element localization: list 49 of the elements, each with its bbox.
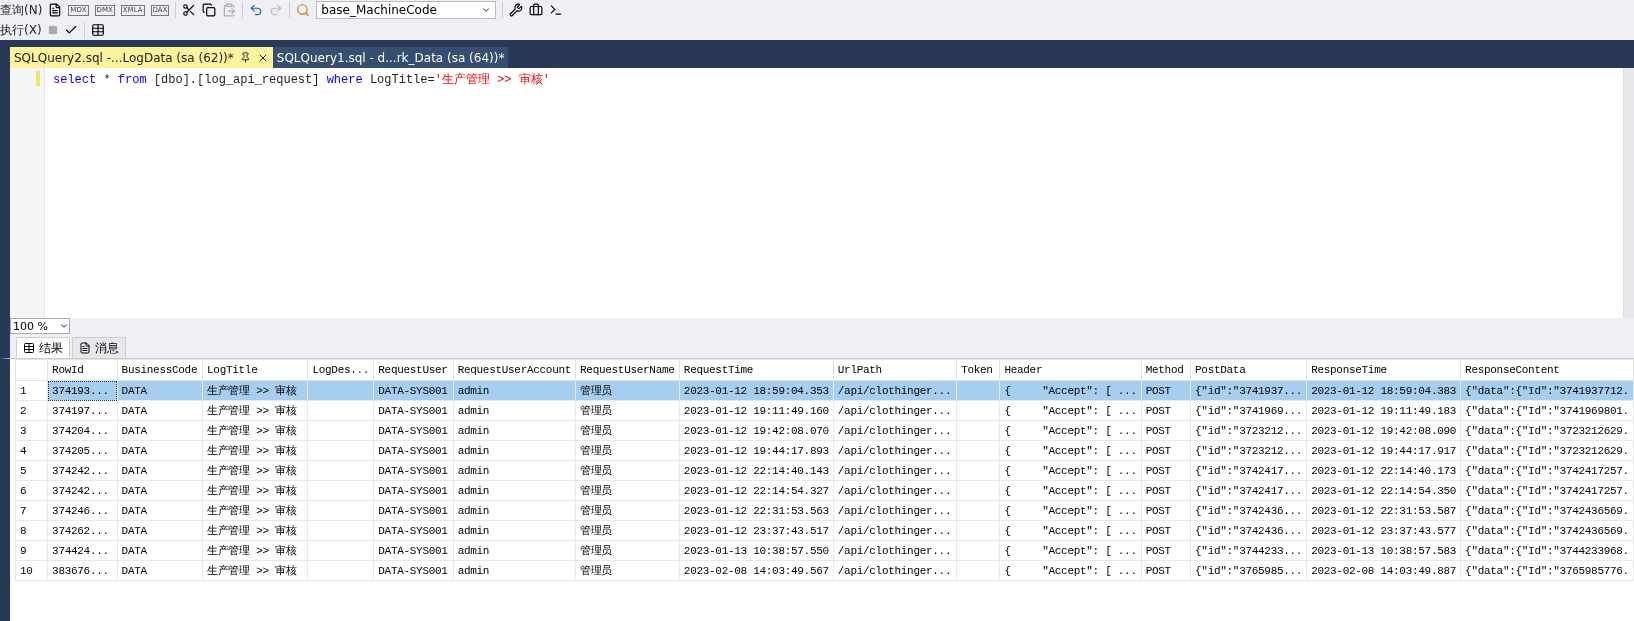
row-number[interactable]: 4 <box>15 440 48 461</box>
zoom-select[interactable]: 100 % <box>10 318 70 334</box>
undo-icon[interactable] <box>249 3 264 17</box>
row-number[interactable]: 7 <box>15 500 48 521</box>
wrench-icon[interactable] <box>509 3 524 17</box>
grid-icon <box>23 342 35 354</box>
pin-icon[interactable] <box>239 52 251 63</box>
new-query-label[interactable]: 查询(N) <box>0 1 43 19</box>
copy-icon[interactable] <box>202 3 217 17</box>
document-icon[interactable] <box>48 3 63 17</box>
column-header[interactable]: LogDes... <box>307 359 374 381</box>
column-header[interactable]: Method <box>1141 359 1191 381</box>
column-header[interactable]: LogTitle <box>202 359 308 381</box>
cut-icon[interactable] <box>182 3 197 17</box>
row-number[interactable]: 5 <box>15 460 48 481</box>
document-icon <box>79 342 91 354</box>
toolbox-icon[interactable] <box>529 3 544 17</box>
column-header[interactable]: Header <box>999 359 1142 381</box>
corner-cell <box>15 359 48 381</box>
column-header[interactable]: ResponseContent <box>1460 359 1634 381</box>
check-icon[interactable] <box>63 23 78 37</box>
column-header[interactable]: RequestUserAccount <box>453 359 576 381</box>
column-header[interactable]: RequestUser <box>373 359 454 381</box>
results-tab[interactable]: 结果 <box>16 337 70 358</box>
change-marker <box>36 71 40 86</box>
column-header[interactable]: ResponseTime <box>1306 359 1461 381</box>
row-number[interactable]: 3 <box>15 420 48 441</box>
terminal-icon[interactable] <box>549 3 564 17</box>
row-number[interactable]: 1 <box>15 380 48 401</box>
row-number[interactable]: 8 <box>15 520 48 541</box>
execute-button[interactable]: 执行(X) <box>0 21 42 39</box>
vertical-scrollbar[interactable] <box>1623 68 1634 318</box>
column-header[interactable]: BusinessCode <box>117 359 203 381</box>
row-number[interactable]: 10 <box>15 560 48 581</box>
database-select[interactable]: base_MachineCode <box>316 1 497 19</box>
row-number[interactable]: 9 <box>15 540 48 561</box>
column-header[interactable]: UrlPath <box>833 359 957 381</box>
column-header[interactable]: PostData <box>1190 359 1307 381</box>
document-tab[interactable]: SQLQuery2.sql -...LogData (sa (62))* <box>10 47 273 68</box>
grid-icon[interactable] <box>90 23 105 37</box>
document-tab[interactable]: SQLQuery1.sql - d...rk_Data (sa (64))* <box>272 47 509 68</box>
column-header[interactable]: Token <box>956 359 1000 381</box>
row-number[interactable]: 2 <box>15 400 48 421</box>
column-header[interactable]: RowId <box>47 359 118 381</box>
results-tab[interactable]: 消息 <box>72 337 126 358</box>
column-header[interactable]: RequestTime <box>679 359 834 381</box>
row-number[interactable]: 6 <box>15 480 48 501</box>
column-header[interactable]: RequestUserName <box>575 359 680 381</box>
code-line[interactable]: select * from [dbo].[log_api_request] where LogTitle='生产管理 >> 审核' <box>53 71 1623 86</box>
